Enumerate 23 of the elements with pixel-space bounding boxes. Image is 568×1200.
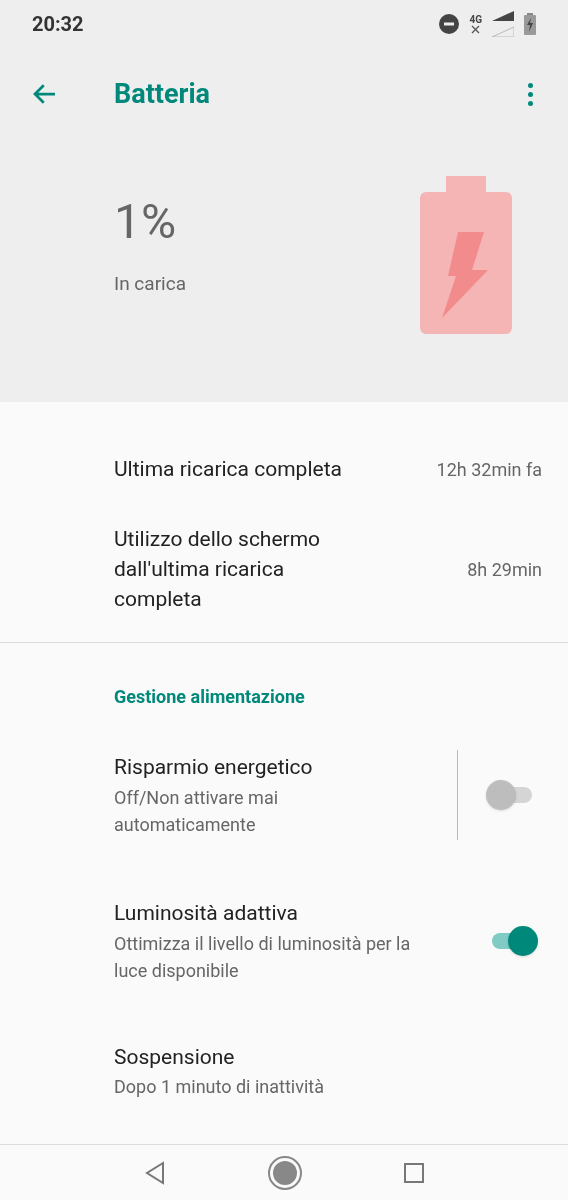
info-label: Utilizzo dello schermo dall'ultima ricarica completa (114, 526, 322, 613)
setting-title: Sospensione (114, 1043, 236, 1071)
setting-summary: Ottimizza il livello di luminosità per la luce disponibile (114, 931, 412, 983)
no-data-icon (471, 24, 481, 34)
back-nav-button[interactable] (143, 1160, 167, 1185)
recents-nav-button[interactable] (403, 1161, 425, 1184)
setting-title: Risparmio energetico (114, 754, 314, 782)
info-label: Ultima ricarica completa (114, 456, 343, 483)
info-value: 8h 29min (467, 557, 542, 582)
signal-icon (492, 11, 514, 37)
toolbar-title: Batteria (114, 76, 212, 112)
setting-title: Luminosità adattiva (114, 900, 299, 927)
do-not-disturb-icon (439, 14, 460, 34)
battery-status: In carica (114, 271, 186, 297)
setting-summary: Dopo 1 minuto di inattività (114, 1075, 325, 1099)
battery-percent: 1% (114, 198, 178, 246)
category-title: Gestione alimentazione (113, 685, 306, 709)
network-type: 4G (469, 14, 482, 25)
info-value: 12h 32min fa (436, 457, 542, 482)
home-nav-button[interactable] (267, 1154, 303, 1191)
battery-charging-icon (524, 13, 536, 35)
setting-summary: Off/Non attivare mai automaticamente (114, 785, 280, 837)
status-time: 20:32 (32, 11, 84, 38)
